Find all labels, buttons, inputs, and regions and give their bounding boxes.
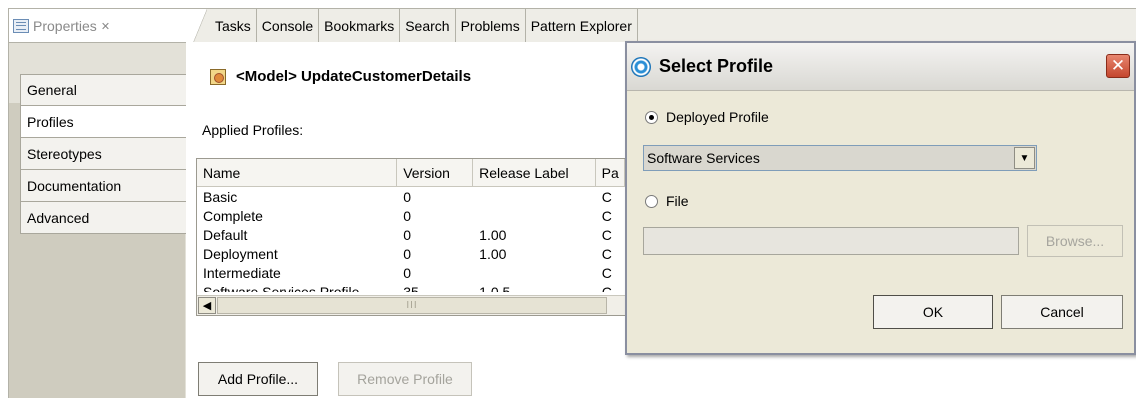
- chevron-down-icon[interactable]: ▼: [1014, 147, 1035, 169]
- table-row[interactable]: Deployment 0 1.00 C: [197, 244, 625, 263]
- category-documentation[interactable]: Documentation: [20, 170, 194, 202]
- cell-version: 0: [403, 188, 412, 205]
- applied-profiles-label: Applied Profiles:: [202, 122, 304, 138]
- cell-release-label: 1.00: [479, 226, 507, 243]
- cell-path: C: [601, 264, 612, 281]
- cancel-button[interactable]: Cancel: [1001, 295, 1123, 329]
- cell-path: C: [601, 207, 612, 224]
- dialog-title-bar[interactable]: Select Profile ✕: [627, 43, 1134, 91]
- cell-version: 0: [403, 207, 412, 224]
- model-icon: [210, 68, 226, 85]
- category-stereotypes[interactable]: Stereotypes: [20, 138, 194, 170]
- scroll-thumb[interactable]: III: [217, 297, 607, 314]
- tab-bookmarks[interactable]: Bookmarks: [319, 9, 401, 43]
- table-row[interactable]: Default 0 1.00 C: [197, 225, 625, 244]
- cell-name: Basic: [203, 188, 238, 205]
- tab-pattern-explorer[interactable]: Pattern Explorer: [526, 9, 638, 43]
- profile-select[interactable]: Software Services ▼: [643, 145, 1037, 171]
- scroll-left-icon[interactable]: ◀: [198, 297, 216, 314]
- column-path[interactable]: Pa: [596, 159, 625, 187]
- remove-profile-button[interactable]: Remove Profile: [338, 362, 472, 396]
- column-version[interactable]: Version: [397, 159, 474, 187]
- dialog-title: Select Profile: [659, 56, 774, 76]
- column-release-label[interactable]: Release Label: [473, 159, 596, 187]
- page-title: <Model> UpdateCustomerDetails: [210, 68, 471, 85]
- table-row[interactable]: Software Services Profile 35 1.0.5 C: [197, 282, 625, 293]
- cell-path: C: [601, 226, 612, 243]
- tab-problems[interactable]: Problems: [456, 9, 526, 43]
- deployed-profile-label: Deployed Profile: [666, 109, 769, 125]
- cell-version: 0: [403, 245, 412, 262]
- deployed-profile-radio[interactable]: [645, 110, 658, 124]
- selected-profile-value: Software Services: [647, 150, 760, 166]
- file-radio[interactable]: [645, 194, 658, 208]
- tab-search[interactable]: Search: [400, 9, 456, 43]
- column-name[interactable]: Name: [197, 159, 398, 187]
- add-profile-button[interactable]: Add Profile...: [198, 362, 318, 396]
- tab-console[interactable]: Console: [257, 9, 320, 43]
- cell-release-label: 1.0.5: [479, 283, 511, 293]
- category-profiles[interactable]: Profiles: [20, 106, 194, 138]
- properties-view: Properties ✕ Tasks Console Bookmarks Sea…: [0, 0, 1136, 398]
- ok-button[interactable]: OK: [873, 295, 993, 329]
- file-option[interactable]: File: [645, 193, 689, 209]
- close-icon[interactable]: ✕: [1106, 54, 1130, 78]
- table-row[interactable]: Basic 0 C: [197, 187, 625, 206]
- category-general[interactable]: General: [20, 74, 194, 106]
- cell-release-label: [473, 206, 596, 225]
- close-tab-icon[interactable]: ✕: [101, 20, 110, 33]
- tab-properties-label: Properties: [33, 18, 97, 34]
- category-list: General Profiles Stereotypes Documentati…: [20, 74, 194, 234]
- view-tab-bar: Properties ✕ Tasks Console Bookmarks Sea…: [8, 8, 1136, 43]
- file-label: File: [666, 193, 689, 209]
- cell-name: Default: [203, 226, 248, 243]
- table-row[interactable]: Intermediate 0 C: [197, 263, 625, 282]
- tab-properties[interactable]: Properties ✕: [8, 9, 207, 43]
- cell-version: 0: [403, 264, 412, 281]
- cell-name: Software Services Profile: [203, 283, 360, 293]
- app-icon: [631, 56, 651, 77]
- properties-icon: [13, 19, 29, 33]
- cell-path: C: [601, 188, 612, 205]
- applied-profiles-table[interactable]: Name Version Release Label Pa Basic 0 C …: [196, 158, 626, 316]
- table-body: Basic 0 C Complete 0 C Default 0 1.00 C: [197, 187, 625, 293]
- table-row[interactable]: Complete 0 C: [197, 206, 625, 225]
- cell-version: 35: [403, 283, 419, 293]
- tab-tasks[interactable]: Tasks: [210, 9, 257, 43]
- cell-release-label: [473, 187, 596, 206]
- file-path-input[interactable]: [643, 227, 1019, 255]
- cell-path: C: [601, 245, 612, 262]
- model-title-text: <Model> UpdateCustomerDetails: [236, 68, 472, 85]
- horizontal-scrollbar[interactable]: ◀ III: [197, 295, 625, 315]
- cell-version: 0: [403, 226, 412, 243]
- other-tabs: Tasks Console Bookmarks Search Problems …: [210, 9, 638, 43]
- cell-path: C: [601, 283, 612, 293]
- select-profile-dialog: Select Profile ✕ Deployed Profile Softwa…: [625, 41, 1136, 355]
- deployed-profile-option[interactable]: Deployed Profile: [645, 109, 769, 125]
- cell-release-label: 1.00: [479, 245, 507, 262]
- table-header: Name Version Release Label Pa: [197, 159, 625, 187]
- browse-button[interactable]: Browse...: [1027, 225, 1123, 257]
- cell-release-label: [473, 263, 596, 282]
- category-advanced[interactable]: Advanced: [20, 202, 194, 234]
- cell-name: Intermediate: [203, 264, 281, 281]
- cell-name: Deployment: [203, 245, 278, 262]
- cell-name: Complete: [203, 207, 263, 224]
